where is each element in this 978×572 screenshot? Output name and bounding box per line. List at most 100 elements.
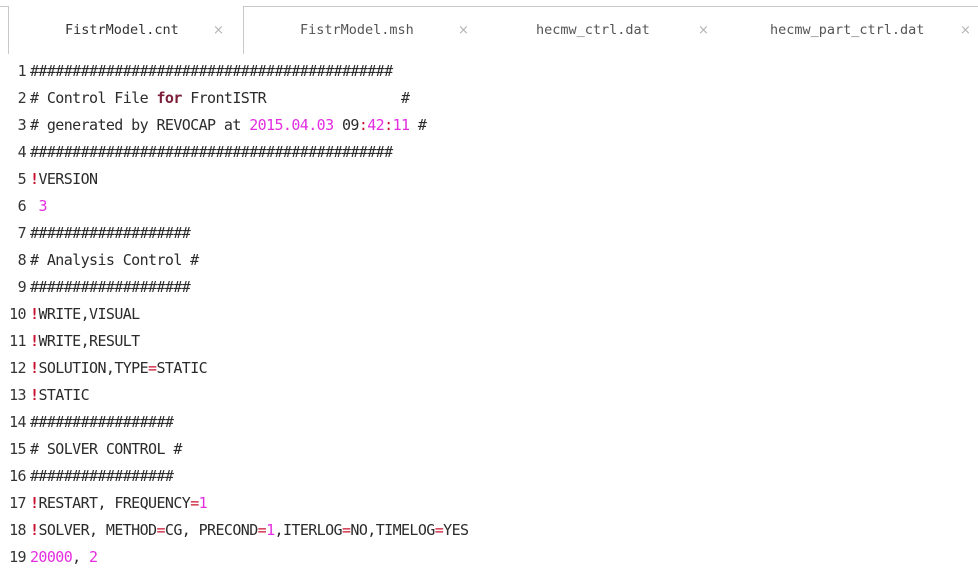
line-number: 1 xyxy=(17,62,27,80)
token-op: = xyxy=(257,521,267,539)
line-code: # Analysis Control # xyxy=(30,251,199,269)
line-number: 9 xyxy=(17,278,27,296)
line-code: !WRITE,VISUAL xyxy=(30,305,140,323)
code-line[interactable]: 17 !RESTART, FREQUENCY=1 xyxy=(0,490,208,517)
tab-label: FistrModel.cnt xyxy=(65,22,179,38)
token-plain: CG, PRECOND xyxy=(164,521,258,539)
code-editor[interactable]: 1 #######################################… xyxy=(0,56,978,572)
line-code: !WRITE,RESULT xyxy=(30,332,140,350)
token-kw: for xyxy=(156,89,182,107)
code-line[interactable]: 3 # generated by REVOCAP at 2015.04.03 09… xyxy=(0,112,427,139)
tab-close-icon[interactable]: × xyxy=(213,23,224,38)
code-line[interactable]: 6 3 xyxy=(0,193,48,220)
token-op: = xyxy=(190,494,199,512)
token-plain: ################# xyxy=(30,413,174,431)
line-number: 14 xyxy=(9,413,26,431)
token-num: 1 xyxy=(198,494,208,512)
tab-fistrmodel-cnt[interactable]: FistrModel.cnt × xyxy=(8,6,244,54)
tab-close-icon[interactable]: × xyxy=(960,23,971,38)
line-number: 17 xyxy=(9,494,26,512)
line-code: ################### xyxy=(30,224,191,242)
code-line[interactable]: 10 !WRITE,VISUAL xyxy=(0,301,140,328)
line-code: !SOLUTION,TYPE=STATIC xyxy=(30,359,208,377)
code-line[interactable]: 2 # Control File for FrontISTR # xyxy=(0,85,410,112)
tab-label: FistrModel.msh xyxy=(300,22,414,38)
token-plain: # SOLVER CONTROL # xyxy=(30,440,182,458)
token-num: 3 xyxy=(38,197,47,215)
code-line[interactable]: 13 !STATIC xyxy=(0,382,90,409)
token-plain: STATIC xyxy=(156,359,208,377)
line-code: !SOLVER, METHOD=CG, PRECOND=1,ITERLOG=NO… xyxy=(30,521,469,539)
line-number: 8 xyxy=(17,251,27,269)
line-code: !RESTART, FREQUENCY=1 xyxy=(30,494,208,512)
code-line[interactable]: 8 # Analysis Control # xyxy=(0,247,200,274)
line-number: 11 xyxy=(9,332,26,350)
tab-hecmw-part-ctrl[interactable]: hecmw_part_ctrl.dat × xyxy=(722,6,978,54)
token-plain: SOLVER, METHOD xyxy=(38,521,157,539)
token-plain: # Analysis Control # xyxy=(30,251,199,269)
token-plain: ########################################… xyxy=(30,143,393,161)
code-line[interactable]: 11 !WRITE,RESULT xyxy=(0,328,140,355)
token-plain: ,ITERLOG xyxy=(274,521,343,539)
line-number: 2 xyxy=(17,89,27,107)
token-plain: RESTART, FREQUENCY xyxy=(38,494,191,512)
code-line[interactable]: 1 #######################################… xyxy=(0,58,394,85)
line-number: 19 xyxy=(9,548,26,566)
token-plain: ################### xyxy=(30,224,191,242)
line-code: 3 xyxy=(30,197,47,215)
line-number: 12 xyxy=(9,359,26,377)
line-number: 18 xyxy=(9,521,26,539)
token-plain: VERSION xyxy=(38,170,98,188)
tab-hecmw-ctrl[interactable]: hecmw_ctrl.dat × xyxy=(484,6,720,54)
token-num: 42 xyxy=(367,116,385,134)
line-number: 15 xyxy=(9,440,26,458)
token-num: 1 xyxy=(266,521,275,539)
code-line[interactable]: 7 ################### xyxy=(0,220,191,247)
line-number: 16 xyxy=(9,467,26,485)
token-plain: FrontISTR # xyxy=(181,89,410,107)
line-number: 6 xyxy=(17,197,27,215)
tab-fistrmodel-msh[interactable]: FistrModel.msh × xyxy=(246,6,482,54)
tab-bar: FistrModel.cnt × FistrModel.msh × hecmw_… xyxy=(0,0,978,56)
code-line[interactable]: 4 #######################################… xyxy=(0,139,394,166)
line-code: # generated by REVOCAP at 2015.04.03 09:… xyxy=(30,116,427,134)
code-line[interactable]: 15 # SOLVER CONTROL # xyxy=(0,436,182,463)
line-code: ################# xyxy=(30,467,174,485)
token-plain: YES xyxy=(443,521,469,539)
token-op: : xyxy=(384,116,393,134)
token-plain: 09 xyxy=(333,116,359,134)
line-code: ########################################… xyxy=(30,62,393,80)
line-code: ################### xyxy=(30,278,191,296)
tab-close-icon[interactable]: × xyxy=(458,23,469,38)
line-code: !VERSION xyxy=(30,170,98,188)
line-number: 5 xyxy=(17,170,27,188)
code-line[interactable]: 5 !VERSION xyxy=(0,166,98,193)
code-line[interactable]: 14 ################# xyxy=(0,409,174,436)
token-plain: # xyxy=(409,116,427,134)
line-number: 10 xyxy=(9,305,26,323)
code-line[interactable]: 19 20000, 2 xyxy=(0,544,98,571)
line-code: ########################################… xyxy=(30,143,393,161)
code-line[interactable]: 12 !SOLUTION,TYPE=STATIC xyxy=(0,355,208,382)
token-plain: , xyxy=(72,548,90,566)
line-number: 13 xyxy=(9,386,26,404)
token-plain: # generated by REVOCAP at xyxy=(30,116,250,134)
token-num: 2015.04.03 xyxy=(249,116,334,134)
line-number: 3 xyxy=(17,116,27,134)
line-code: # SOLVER CONTROL # xyxy=(30,440,182,458)
token-plain: ################# xyxy=(30,467,174,485)
code-line[interactable]: 18 !SOLVER, METHOD=CG, PRECOND=1,ITERLOG=… xyxy=(0,517,469,544)
token-plain: ################### xyxy=(30,278,191,296)
token-plain: SOLUTION,TYPE xyxy=(38,359,149,377)
token-plain: STATIC xyxy=(38,386,90,404)
token-plain: WRITE,VISUAL xyxy=(38,305,140,323)
tab-label: hecmw_part_ctrl.dat xyxy=(770,22,925,38)
token-op: = xyxy=(156,521,165,539)
tab-close-icon[interactable]: × xyxy=(698,23,709,38)
code-line[interactable]: 16 ################# xyxy=(0,463,174,490)
token-num: 2 xyxy=(89,548,98,566)
code-line[interactable]: 9 ################### xyxy=(0,274,191,301)
token-num: 20000 xyxy=(30,548,73,566)
token-plain: WRITE,RESULT xyxy=(38,332,140,350)
token-num: 11 xyxy=(392,116,410,134)
